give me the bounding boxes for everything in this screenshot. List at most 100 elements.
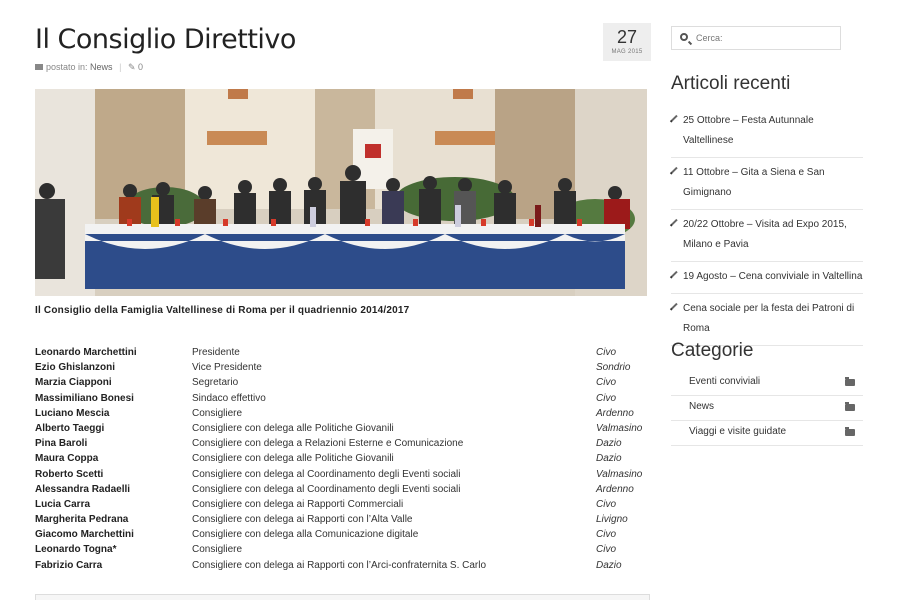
date-badge: 27 MAG 2015	[603, 23, 651, 61]
council-list: Leonardo Marchettini Presidente Civo Ezio G…	[35, 347, 650, 575]
council-row: Leonardo Marchettini Presidente Civo	[35, 347, 650, 362]
search-box[interactable]	[671, 26, 841, 50]
member-city: Dazio	[596, 559, 622, 571]
meta-posted-in: postato in:	[46, 62, 88, 72]
pencil-icon	[671, 218, 678, 226]
member-name: Leonardo Marchettini	[35, 347, 137, 358]
recent-post-item[interactable]: 19 Agosto – Cena conviviale in Valtellin…	[671, 262, 863, 294]
meta-category-link[interactable]: News	[90, 62, 113, 72]
recent-posts-title: Articoli recenti	[671, 73, 791, 94]
council-row: Margherita Pedrana Consigliere con delega…	[35, 514, 650, 529]
member-name: Fabrizio Carra	[35, 559, 103, 571]
council-row: Lucia Carra Consigliere con delega ai Rap…	[35, 499, 650, 514]
member-city: Sondrio	[596, 362, 631, 374]
council-row: Roberto Scetti Consigliere con delega al …	[35, 469, 650, 484]
recent-post-item[interactable]: 11 Ottobre – Gita a Siena e San Gimignan…	[671, 158, 863, 210]
post-title[interactable]: Il Consiglio Direttivo	[35, 24, 296, 55]
categories-title: Categorie	[671, 340, 754, 361]
recent-post-link[interactable]: 20/22 Ottobre – Visita ad Expo 2015, Mil…	[683, 219, 847, 250]
recent-posts-list: 25 Ottobre – Festa Autunnale Valtellines…	[671, 106, 863, 346]
category-item[interactable]: News	[671, 396, 863, 421]
member-name: Marzia Ciapponi	[35, 377, 112, 389]
post-meta: postato in: News | ✎ 0	[35, 62, 143, 73]
recent-post-item[interactable]: Cena sociale per la festa dei Patroni di…	[671, 294, 863, 346]
member-city: Valmasino	[596, 468, 643, 480]
member-name: Massimiliano Bonesi	[35, 392, 134, 404]
council-row: Pina Baroli Consigliere con delega a Rela…	[35, 438, 650, 453]
recent-post-link[interactable]: 11 Ottobre – Gita a Siena e San Gimignan…	[683, 167, 825, 198]
member-name: Roberto Scetti	[35, 468, 104, 480]
member-city: Dazio	[596, 453, 622, 465]
comments-box	[35, 594, 650, 600]
member-city: Civo	[596, 347, 617, 358]
council-row: Giacomo Marchettini Consigliere con deleg…	[35, 529, 650, 544]
member-city: Civo	[596, 392, 617, 404]
member-name: Luciano Mescia	[35, 407, 110, 419]
member-city: Civo	[596, 498, 617, 510]
categories-list: Eventi conviviali News Viaggi e visite gui…	[671, 371, 863, 446]
council-row: Massimiliano Bonesi Sindaco effettivo Civo	[35, 393, 650, 408]
council-row: Marzia Ciapponi Segretario Civo	[35, 377, 650, 392]
recent-post-item[interactable]: 25 Ottobre – Festa Autunnale Valtellines…	[671, 106, 863, 158]
member-name: Lucia Carra	[35, 498, 91, 510]
date-day: 27	[616, 27, 638, 47]
member-role: Consigliere con delega al Coordinamento …	[192, 468, 461, 480]
member-city: Civo	[596, 377, 617, 389]
recent-post-link[interactable]: 19 Agosto – Cena conviviale in Valtellin…	[683, 271, 862, 282]
search-icon[interactable]	[680, 33, 688, 41]
council-row: Luciano Mescia Consigliere Ardenno	[35, 408, 650, 423]
photo-caption: Il Consiglio della Famiglia Valtellinese…	[35, 305, 410, 316]
pencil-icon	[671, 114, 678, 122]
member-role: Consigliere con delega alla Comunicazion…	[192, 529, 419, 541]
council-row: Alberto Taeggi Consigliere con delega all…	[35, 423, 650, 438]
folder-open-icon	[845, 377, 855, 386]
member-name: Ezio Ghislanzoni	[35, 362, 116, 374]
member-role: Consigliere con delega ai Rapporti Comme…	[192, 498, 404, 510]
category-link[interactable]: News	[689, 401, 714, 412]
member-role: Consigliere con delega ai Rapporti con l…	[192, 514, 413, 526]
member-role: Consigliere con delega al Coordinamento …	[192, 483, 461, 495]
recent-post-item[interactable]: 20/22 Ottobre – Visita ad Expo 2015, Mil…	[671, 210, 863, 262]
member-city: Ardenno	[596, 407, 634, 419]
date-month: MAG 2015	[611, 49, 643, 55]
member-role: Consigliere con delega a Relazioni Ester…	[192, 438, 464, 450]
member-city: Civo	[596, 544, 617, 556]
member-role: Presidente	[192, 347, 240, 358]
council-row: Leonardo Togna* Consigliere Civo	[35, 544, 650, 559]
pencil-icon	[671, 302, 678, 310]
member-role: Consigliere con delega alle Politiche Gi…	[192, 453, 394, 465]
member-name: Maura Coppa	[35, 453, 99, 465]
member-name: Giacomo Marchettini	[35, 529, 134, 541]
member-role: Segretario	[192, 377, 239, 389]
recent-post-link[interactable]: Cena sociale per la festa dei Patroni di…	[683, 303, 854, 334]
member-name: Pina Baroli	[35, 438, 88, 450]
recent-post-link[interactable]: 25 Ottobre – Festa Autunnale Valtellines…	[683, 115, 814, 146]
category-link[interactable]: Eventi conviviali	[689, 376, 760, 387]
category-item[interactable]: Eventi conviviali	[671, 371, 863, 396]
member-city: Livigno	[596, 514, 628, 526]
council-row: Fabrizio Carra Consigliere con delega ai …	[35, 560, 650, 575]
category-item[interactable]: Viaggi e visite guidate	[671, 421, 863, 446]
folder-open-icon	[845, 402, 855, 411]
folder-icon	[35, 63, 43, 70]
folder-open-icon	[845, 427, 855, 436]
member-city: Dazio	[596, 438, 622, 450]
pencil-icon	[671, 270, 678, 278]
search-input[interactable]	[696, 30, 836, 46]
meta-comments-count[interactable]: 0	[138, 62, 143, 72]
member-role: Consigliere	[192, 544, 243, 556]
member-name: Alessandra Radaelli	[35, 483, 131, 495]
member-city: Valmasino	[596, 422, 643, 434]
category-link[interactable]: Viaggi e visite guidate	[689, 426, 786, 437]
member-role: Consigliere con delega ai Rapporti con l…	[192, 559, 487, 571]
member-city: Civo	[596, 529, 617, 541]
group-photo-illustration	[35, 89, 647, 296]
member-role: Vice Presidente	[192, 362, 262, 374]
pencil-icon	[671, 166, 678, 174]
post-photo	[35, 89, 647, 296]
member-role: Sindaco effettivo	[192, 392, 266, 404]
member-name: Leonardo Togna*	[35, 544, 117, 556]
meta-separator: |	[119, 62, 122, 72]
member-role: Consigliere con delega alle Politiche Gi…	[192, 422, 394, 434]
member-name: Alberto Taeggi	[35, 422, 105, 434]
